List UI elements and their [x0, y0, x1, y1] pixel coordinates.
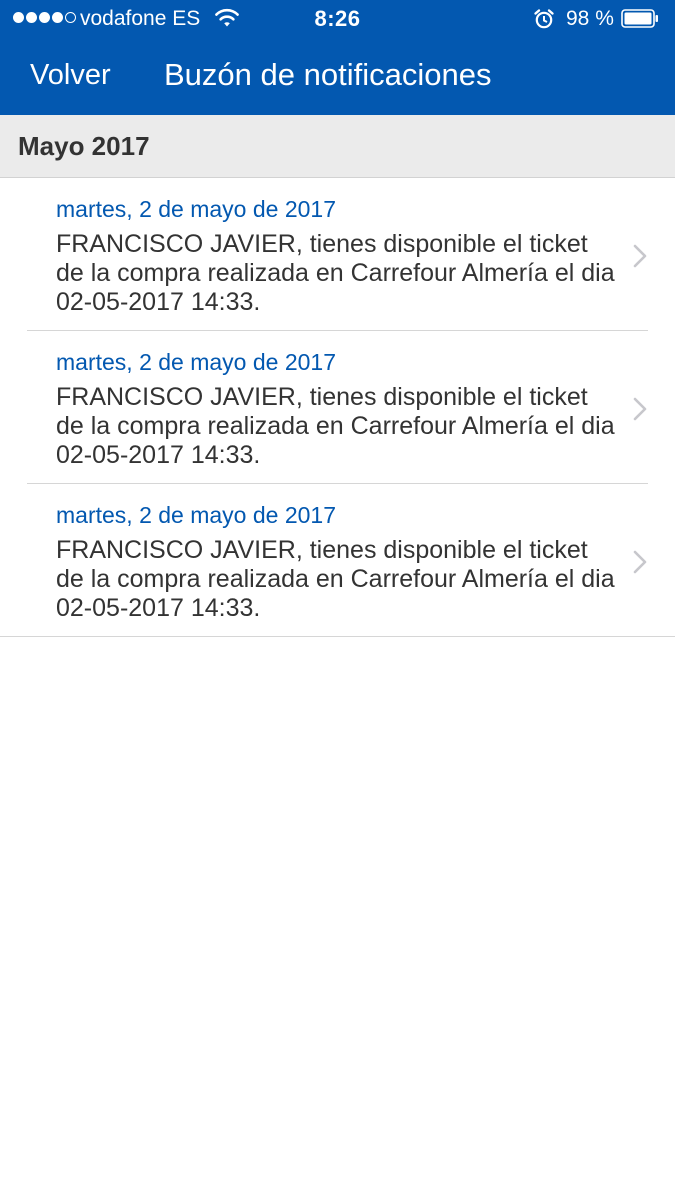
- battery-icon: [621, 9, 658, 28]
- header: vodafone ES 8:26 98 % Volver Buzón de no…: [0, 0, 675, 115]
- section-header: Mayo 2017: [0, 115, 675, 178]
- notification-item[interactable]: martes, 2 de mayo de 2017 FRANCISCO JAVI…: [0, 178, 675, 331]
- notification-item[interactable]: martes, 2 de mayo de 2017 FRANCISCO JAVI…: [0, 331, 675, 484]
- chevron-right-icon: [633, 397, 647, 421]
- navigation-bar: Volver Buzón de notificaciones: [0, 38, 675, 115]
- notification-message: FRANCISCO JAVIER, tienes disponible el t…: [56, 230, 615, 316]
- back-button[interactable]: Volver: [30, 59, 111, 92]
- battery-percentage: 98 %: [566, 7, 614, 30]
- alarm-clock-icon: [534, 9, 554, 29]
- notification-message: FRANCISCO JAVIER, tienes disponible el t…: [56, 383, 615, 469]
- chevron-right-icon: [633, 244, 647, 268]
- notification-date: martes, 2 de mayo de 2017: [56, 196, 336, 222]
- app-screen: vodafone ES 8:26 98 % Volver Buzón de no…: [0, 0, 675, 1200]
- notification-message: FRANCISCO JAVIER, tienes disponible el t…: [56, 536, 615, 622]
- section-title: Mayo 2017: [18, 131, 150, 161]
- row-divider: [0, 636, 675, 637]
- page-title: Buzón de notificaciones: [164, 57, 492, 92]
- notification-date: martes, 2 de mayo de 2017: [56, 502, 336, 528]
- notification-item[interactable]: martes, 2 de mayo de 2017 FRANCISCO JAVI…: [0, 484, 675, 637]
- status-bar: vodafone ES 8:26 98 %: [0, 0, 675, 38]
- chevron-right-icon: [633, 550, 647, 574]
- notification-list: martes, 2 de mayo de 2017 FRANCISCO JAVI…: [0, 178, 675, 637]
- notification-date: martes, 2 de mayo de 2017: [56, 349, 336, 375]
